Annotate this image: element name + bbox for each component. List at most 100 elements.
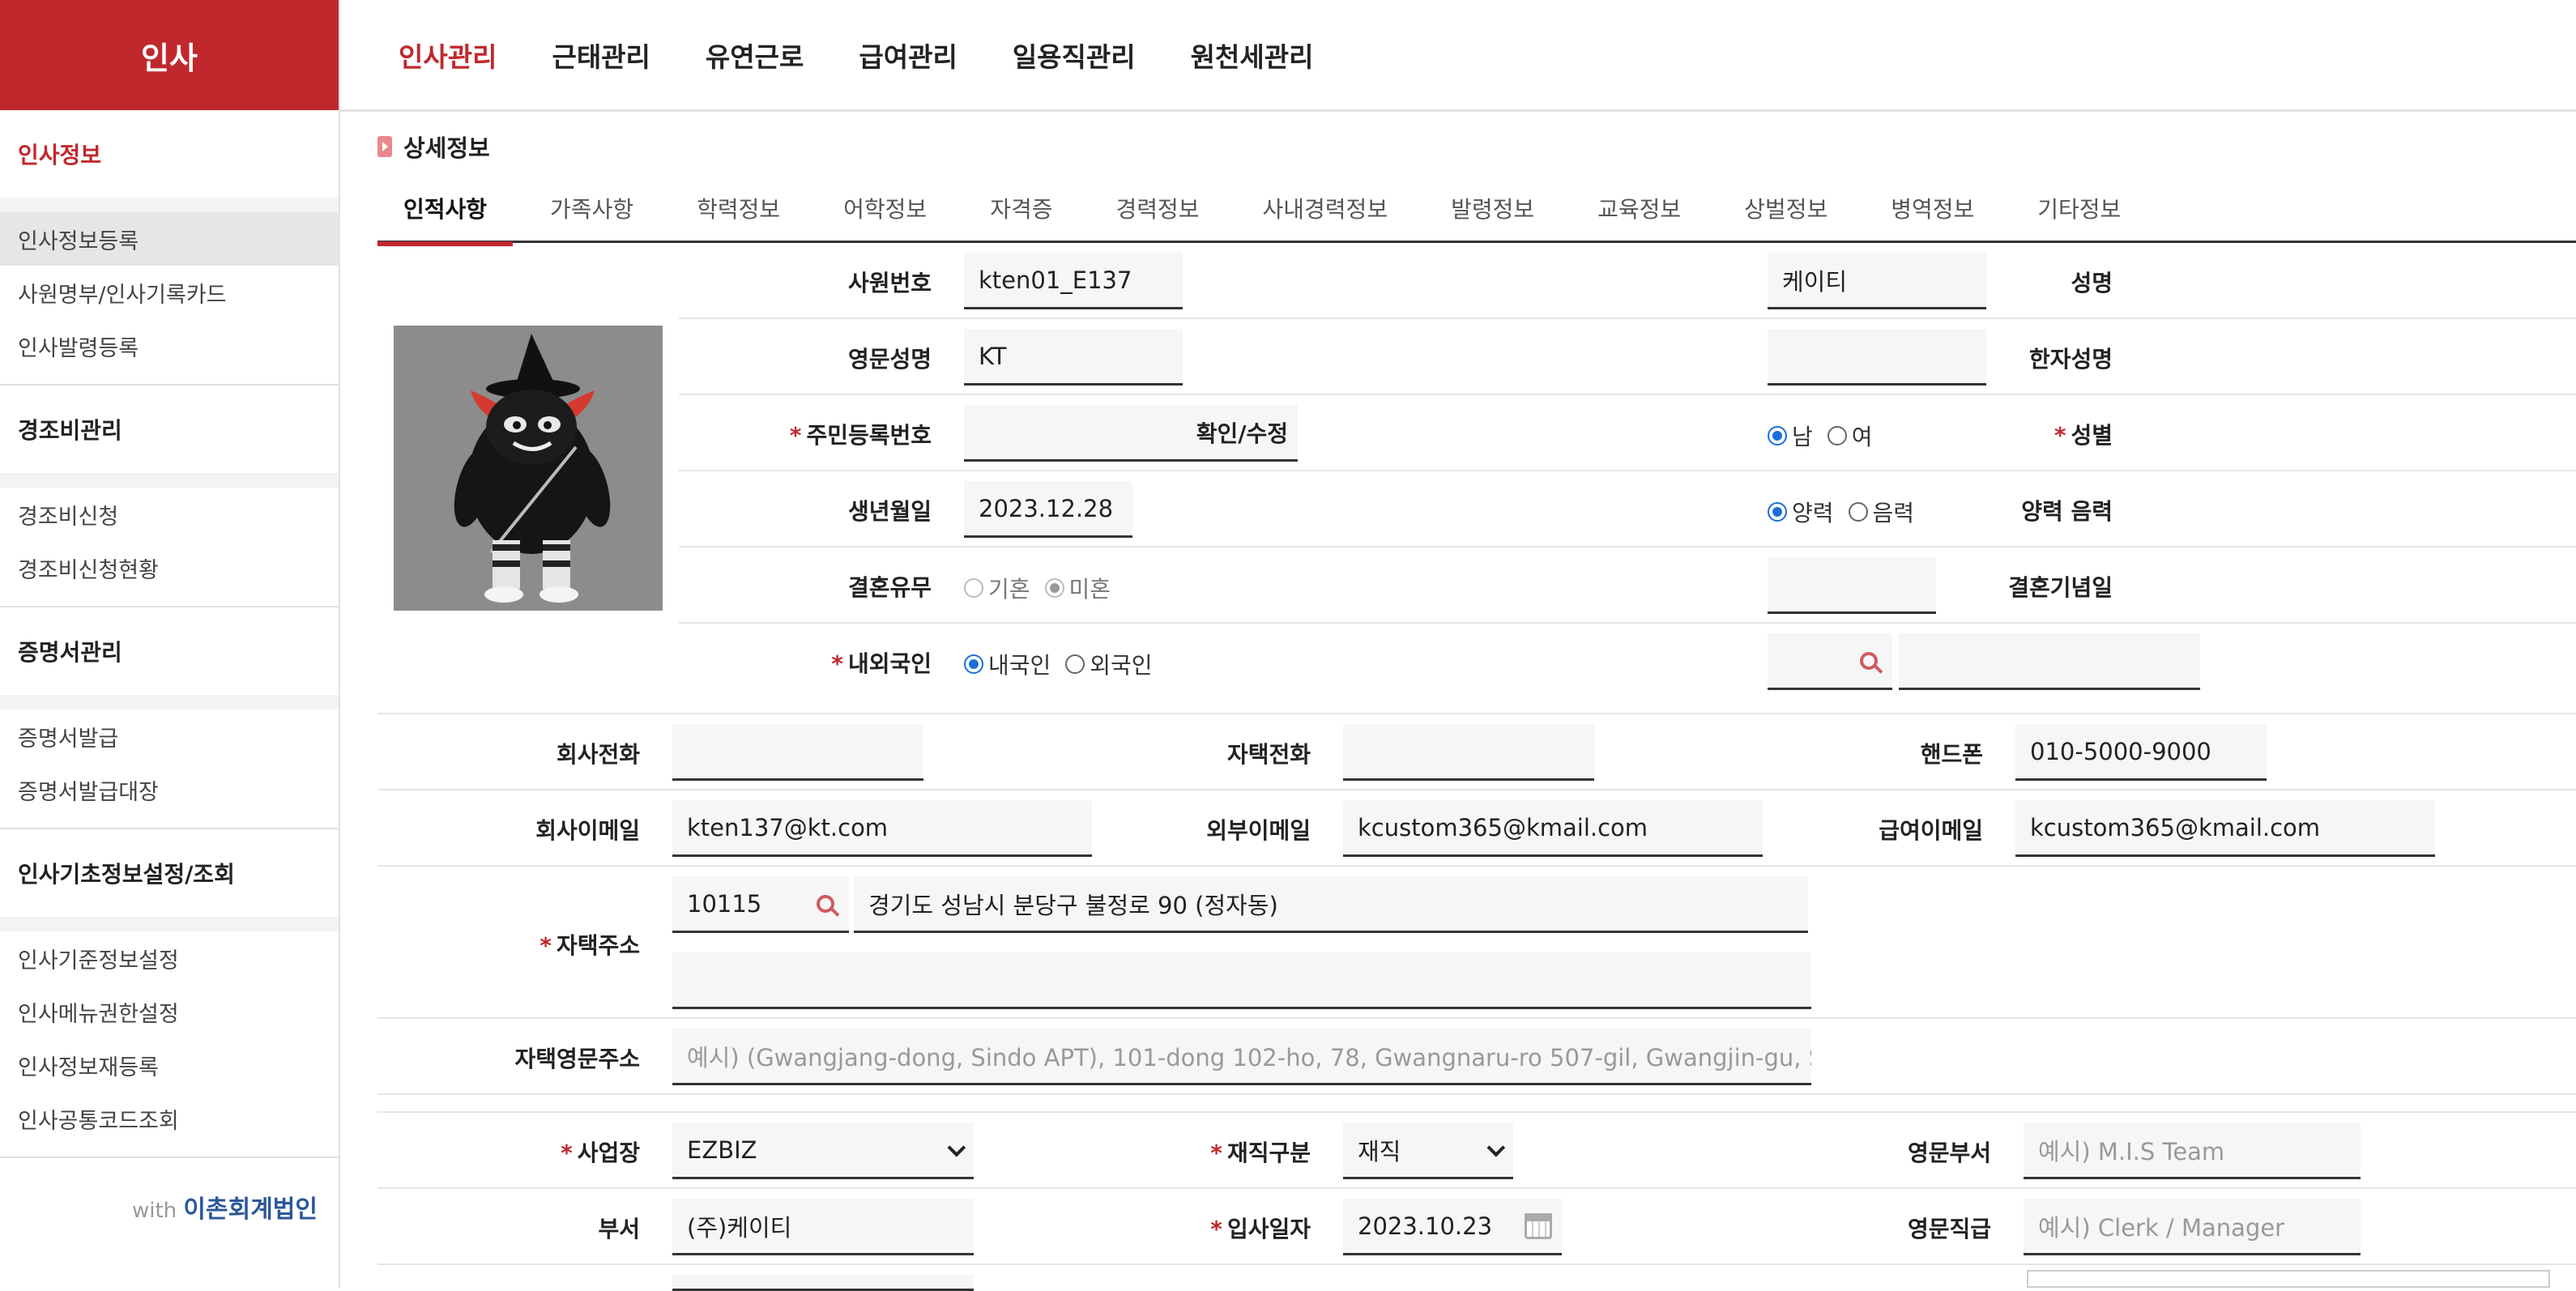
employee-photo[interactable] [394, 326, 663, 611]
mobile-input[interactable]: 010-5000-9000 [2015, 724, 2267, 781]
external-email-input[interactable]: kcustom365@kmail.com [1343, 800, 1763, 857]
sidebar-item-menu-permissions[interactable]: 인사메뉴권한설정 [0, 985, 339, 1038]
eng-address-input[interactable]: 예시) (Gwangjang-dong, Sindo APT), 101-don… [672, 1029, 1811, 1085]
tab-military[interactable]: 병역정보 [1865, 173, 2000, 243]
gender-female-option[interactable]: 여 [1827, 420, 1873, 452]
calendar-solar-label: 양력 [1792, 500, 1834, 526]
next-row-box[interactable] [2027, 1270, 2550, 1288]
employment-status-select[interactable]: 재직 [1343, 1123, 1513, 1179]
nationality-foreign-radio[interactable] [1065, 654, 1085, 674]
search-icon[interactable] [1860, 651, 1878, 670]
sidebar-item-condolence-apply[interactable]: 경조비신청 [0, 488, 339, 541]
emp-no-input[interactable]: kten01_E137 [964, 253, 1183, 309]
next-row-field[interactable] [672, 1275, 974, 1291]
anniversary-input[interactable] [1768, 557, 1936, 614]
tab-personal[interactable]: 인적사항 [377, 173, 514, 246]
nav-payroll[interactable]: 급여관리 [859, 36, 957, 75]
sidebar-item-certificate-issue[interactable]: 증명서발급 [0, 709, 339, 763]
resident-no-label-text: 주민등록번호 [806, 422, 932, 449]
sidebar-item-condolence-status[interactable]: 경조비신청현황 [0, 541, 339, 594]
nationality-domestic-option[interactable]: 내국인 [964, 648, 1051, 680]
tab-internal-career[interactable]: 사내경력정보 [1237, 173, 1414, 243]
eng-name-input[interactable]: KT [964, 329, 1183, 386]
eng-department-input[interactable]: 예시) M.I.S Team [2024, 1123, 2361, 1179]
workplace-label: * 사업장 [561, 1140, 640, 1166]
sidebar-item-appointment-register[interactable]: 인사발령등록 [0, 319, 339, 373]
tab-appointments[interactable]: 발령정보 [1425, 173, 1560, 243]
home-phone-input[interactable] [1343, 724, 1594, 781]
department-input[interactable]: (주)케이티 [672, 1199, 974, 1255]
tab-language[interactable]: 어학정보 [817, 173, 953, 243]
footer-firm-name[interactable]: 이촌회계법인 [183, 1195, 318, 1224]
section-title-text: 상세정보 [403, 134, 490, 162]
birth-input[interactable]: 2023.12.28 [964, 481, 1132, 538]
nationality-code-input[interactable] [1768, 633, 1892, 690]
join-date-value: 2023.10.23 [1358, 1212, 1493, 1240]
sidebar-item-hr-reregister[interactable]: 인사정보재등록 [0, 1038, 339, 1092]
sidebar-item-hr-register[interactable]: 인사정보등록 [0, 212, 339, 266]
eng-position-input[interactable]: 예시) Clerk / Manager [2024, 1199, 2361, 1255]
sidebar-item-certificate-ledger[interactable]: 증명서발급대장 [0, 763, 339, 816]
nav-daily-workers[interactable]: 일용직관리 [1013, 36, 1136, 75]
resident-no-verify-button[interactable]: 확인/수정 [1196, 416, 1288, 449]
nav-hr-management[interactable]: 인사관리 [399, 36, 497, 75]
zip-input[interactable]: 10115 [672, 876, 849, 933]
address-line1-input[interactable]: 경기도 성남시 분당구 불정로 90 (정자동) [854, 876, 1808, 933]
calendar-solar-option[interactable]: 양력 [1768, 496, 1834, 528]
sidebar-section-base-settings[interactable]: 인사기초정보설정/조회 [0, 829, 339, 917]
sidebar-item-standard-settings[interactable]: 인사기준정보설정 [0, 931, 339, 985]
sidebar-item-employee-roster[interactable]: 사원명부/인사기록카드 [0, 266, 339, 319]
nationality-type-label: * 내외국인 [831, 650, 932, 677]
tab-training[interactable]: 교육정보 [1572, 173, 1707, 243]
marriage-married-radio[interactable] [964, 578, 983, 598]
search-icon[interactable] [817, 894, 834, 913]
calendar-solar-radio[interactable] [1768, 502, 1787, 522]
tab-career[interactable]: 경력정보 [1090, 173, 1225, 243]
sidebar-section-certificate[interactable]: 증명서관리 [0, 607, 339, 695]
gender-female-label: 여 [1851, 424, 1873, 450]
emp-no-label: 사원번호 [847, 270, 932, 296]
resident-no-input[interactable]: 확인/수정 [964, 405, 1298, 462]
employment-status-label-text: 재직구분 [1226, 1140, 1311, 1166]
gender-male-radio[interactable] [1768, 426, 1787, 445]
marriage-single-radio[interactable] [1044, 578, 1064, 598]
tab-family[interactable]: 가족사항 [524, 173, 659, 243]
brand-title[interactable]: 인사 [0, 0, 339, 110]
name-input[interactable]: 케이티 [1768, 253, 1986, 309]
marriage-radio-group: 기혼 미혼 [964, 572, 1125, 604]
nationality-domestic-radio[interactable] [964, 654, 983, 674]
hanja-name-input[interactable] [1768, 329, 1986, 386]
nav-flexible-work[interactable]: 유연근로 [706, 36, 804, 75]
marriage-label: 결혼유무 [847, 574, 932, 601]
calendar-lunar-option[interactable]: 음력 [1848, 496, 1914, 528]
company-email-input[interactable]: kten137@kt.com [672, 800, 1092, 857]
marriage-married-option[interactable]: 기혼 [964, 572, 1030, 604]
nav-withholding-tax[interactable]: 원천세관리 [1191, 36, 1314, 75]
gender-male-label: 남 [1792, 424, 1813, 450]
tab-certificates[interactable]: 자격증 [964, 173, 1078, 243]
nav-attendance[interactable]: 근태관리 [552, 36, 650, 75]
join-date-input[interactable]: 2023.10.23 [1343, 1199, 1562, 1255]
gender-radio-group: 남 여 [1768, 420, 1887, 452]
gender-male-option[interactable]: 남 [1768, 420, 1813, 452]
sidebar: 인사 인사정보 인사정보등록 사원명부/인사기록카드 인사발령등록 경조비관리 … [0, 0, 340, 1288]
calendar-icon[interactable] [1525, 1212, 1552, 1239]
chevron-down-icon [947, 1138, 966, 1157]
payroll-email-input[interactable]: kcustom365@kmail.com [2015, 800, 2435, 857]
tab-rewards-penalties[interactable]: 상벌정보 [1718, 173, 1853, 243]
nationality-foreign-option[interactable]: 외국인 [1065, 648, 1153, 680]
tab-education[interactable]: 학력정보 [671, 173, 806, 243]
gender-female-radio[interactable] [1827, 426, 1847, 445]
sidebar-item-common-codes[interactable]: 인사공통코드조회 [0, 1092, 339, 1145]
workplace-select[interactable]: EZBIZ [672, 1123, 974, 1179]
tab-other[interactable]: 기타정보 [2011, 173, 2147, 243]
employment-status-label: * 재직구분 [1210, 1140, 1311, 1166]
sidebar-section-hr-info[interactable]: 인사정보 [0, 110, 339, 198]
address-line2-input[interactable] [672, 952, 1811, 1009]
nationality-name-input[interactable] [1899, 633, 2200, 690]
marriage-single-option[interactable]: 미혼 [1044, 572, 1111, 604]
sidebar-section-condolence[interactable]: 경조비관리 [0, 386, 339, 473]
section-title: 상세정보 [377, 130, 490, 164]
company-phone-input[interactable] [672, 724, 923, 781]
calendar-lunar-radio[interactable] [1848, 502, 1868, 522]
